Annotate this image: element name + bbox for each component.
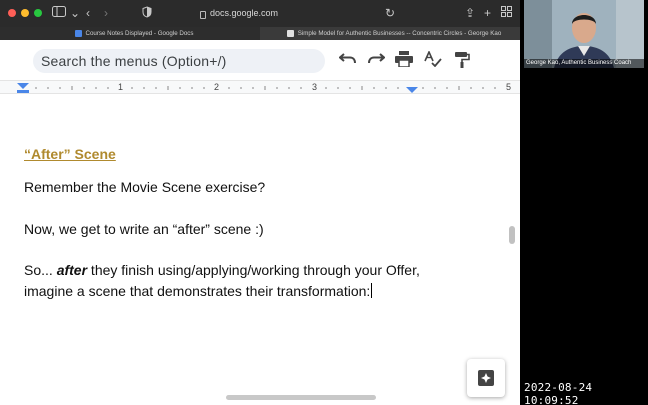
webcam-video: George Kao, Authentic Business Coach	[524, 0, 644, 68]
undo-icon[interactable]	[338, 51, 358, 71]
emphasis-text: after	[56, 262, 88, 278]
recording-timestamp: 2022-08-24 10:09:52	[524, 381, 593, 405]
document-heading: “After” Scene	[24, 146, 116, 162]
sidebar-icon[interactable]	[52, 6, 66, 20]
share-icon[interactable]: ⇪	[465, 6, 475, 20]
video-name-label: George Kao, Authentic Business Coach	[524, 59, 644, 68]
screen: ⌄ ‹ › docs.google.com ↻ ⇪ + Course Notes…	[0, 0, 648, 405]
close-window-button[interactable]	[8, 9, 16, 17]
ruler-label: 3	[312, 82, 318, 92]
reload-icon[interactable]: ↻	[385, 6, 395, 20]
paragraph: Remember the Movie Scene exercise?	[24, 179, 266, 195]
zoom-window-button[interactable]	[34, 9, 42, 17]
ruler-label: 1	[118, 82, 124, 92]
paint-format-icon[interactable]	[452, 51, 472, 71]
tab-overview-icon[interactable]	[501, 6, 512, 20]
back-icon[interactable]: ‹	[86, 6, 90, 20]
redo-icon[interactable]	[366, 51, 386, 71]
ruler-label: 2	[214, 82, 220, 92]
tab-label: Course Notes Displayed - Google Docs	[85, 30, 194, 37]
browser-window: ⌄ ‹ › docs.google.com ↻ ⇪ + Course Notes…	[0, 0, 520, 405]
text-cursor	[371, 283, 373, 298]
explore-icon	[478, 370, 494, 386]
browser-toolbar: ⌄ ‹ › docs.google.com ↻ ⇪ +	[0, 0, 520, 27]
minimize-window-button[interactable]	[21, 9, 29, 17]
document-canvas[interactable]: “After” Scene Remember the Movie Scene e…	[0, 95, 520, 405]
vertical-scrollbar[interactable]	[509, 226, 515, 244]
presenter-image	[524, 0, 644, 68]
tab-strip: Course Notes Displayed - Google Docs Sim…	[0, 27, 520, 40]
paragraph: Now, we get to write an “after” scene :)	[24, 221, 264, 237]
forward-icon[interactable]: ›	[104, 6, 108, 20]
docs-favicon-icon	[74, 30, 82, 37]
address-bar[interactable]: docs.google.com	[200, 5, 360, 22]
lock-icon	[200, 10, 206, 19]
tab-label: Simple Model for Authentic Businesses --…	[297, 30, 502, 37]
site-favicon-icon	[286, 30, 294, 37]
left-indent-marker[interactable]	[17, 83, 29, 89]
search-menus-input[interactable]: Search the menus (Option+/)	[33, 49, 325, 73]
right-indent-marker[interactable]	[406, 87, 418, 93]
new-tab-icon[interactable]: +	[484, 6, 491, 20]
paragraph-text: So...	[24, 262, 57, 278]
first-line-indent-marker[interactable]	[17, 90, 29, 93]
print-icon[interactable]	[394, 51, 414, 71]
paragraph: So... after they finish using/applying/w…	[24, 260, 424, 302]
ruler-ticks	[17, 83, 496, 93]
shield-icon[interactable]	[142, 6, 152, 21]
url-text: docs.google.com	[210, 8, 279, 18]
ruler-label: 5	[506, 82, 512, 92]
spellcheck-icon[interactable]	[423, 50, 443, 71]
chevron-down-icon[interactable]: ⌄	[70, 6, 80, 20]
ruler[interactable]: 1 2 3 5	[0, 80, 520, 94]
explore-button[interactable]	[467, 359, 505, 397]
horizontal-scrollbar[interactable]	[226, 395, 376, 400]
tab-george-kao[interactable]: Simple Model for Authentic Businesses --…	[260, 27, 520, 40]
tab-google-docs[interactable]: Course Notes Displayed - Google Docs	[0, 27, 260, 40]
